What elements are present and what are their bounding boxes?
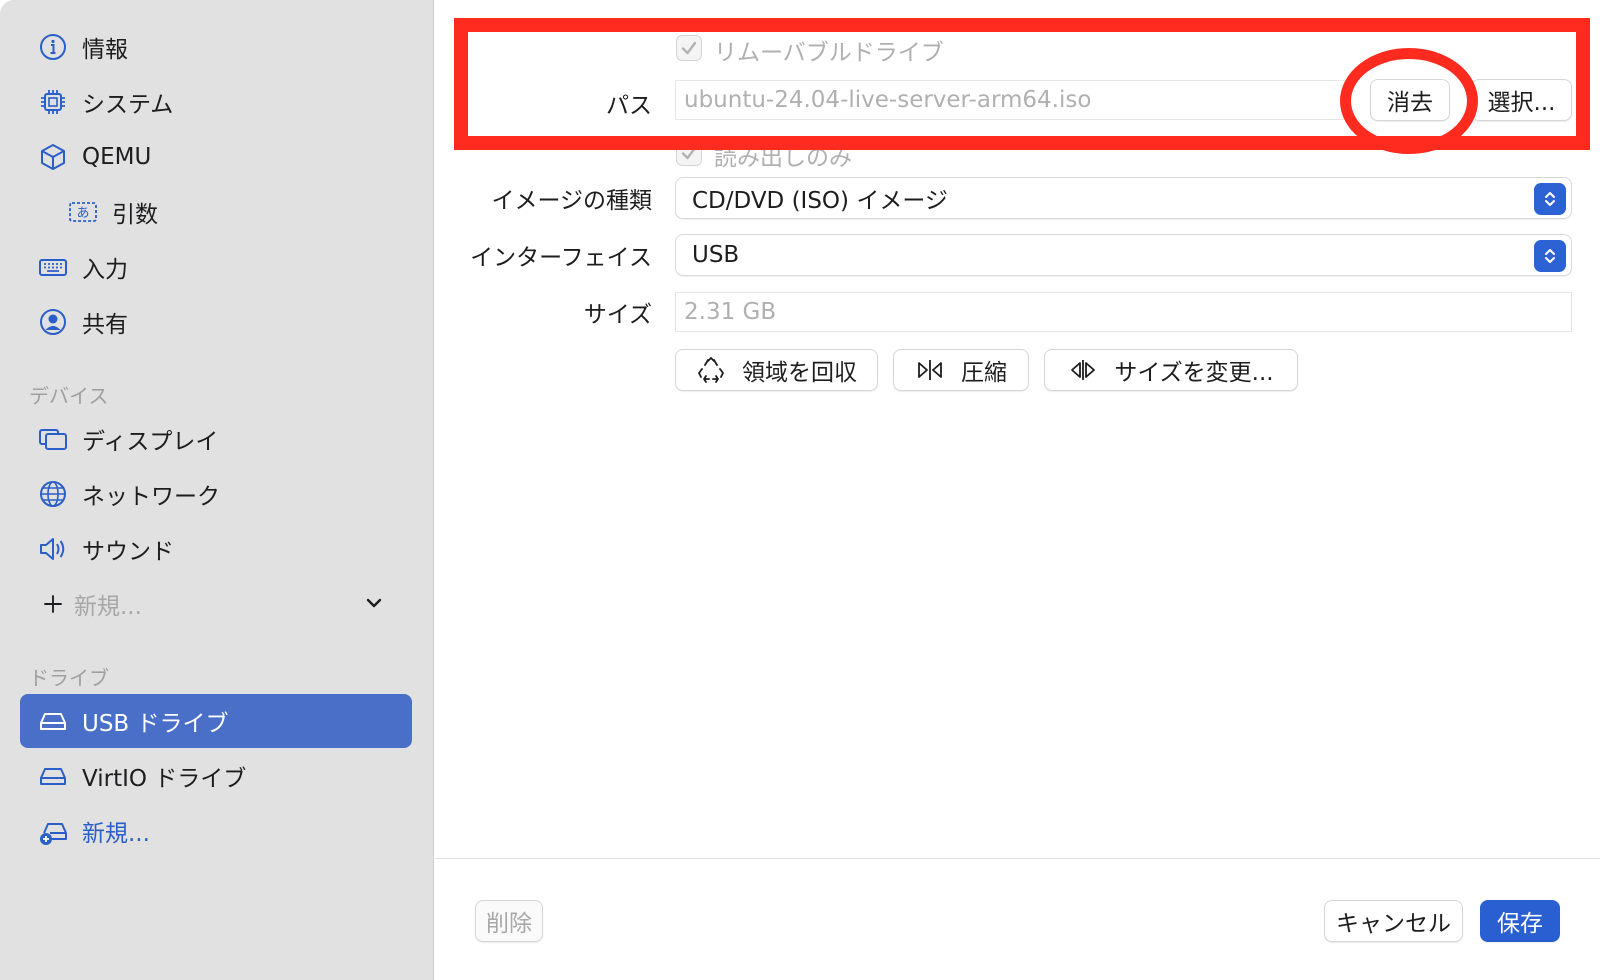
image-type-popup[interactable]: CD/DVD (ISO) イメージ (675, 177, 1572, 219)
compress-button[interactable]: 圧縮 (893, 349, 1029, 391)
recycle-icon (698, 357, 724, 383)
sidebar-item-label: ネットワーク (82, 484, 220, 510)
up-down-chevron-icon (1534, 183, 1566, 215)
sidebar-item-system[interactable]: システム (20, 75, 412, 129)
cube-icon (36, 140, 70, 174)
resize-button[interactable]: サイズを変更... (1044, 349, 1298, 391)
image-type-label: イメージの種類 (491, 188, 652, 214)
up-down-chevron-icon (1534, 240, 1566, 272)
size-field: 2.31 GB (675, 292, 1572, 332)
sidebar-item-label: 情報 (82, 37, 128, 63)
compress-arrows-icon (918, 360, 942, 380)
footer-divider (435, 858, 1600, 859)
add-drive-icon (36, 814, 70, 848)
sidebar-item-label: 入力 (82, 257, 128, 283)
sidebar-item-label: QEMU (82, 144, 152, 170)
sidebar: 情報 システム QEMU あ 引数 入力 共有 デバイス ディスプレイ ネットワ… (0, 0, 434, 980)
interface-value: USB (692, 242, 740, 268)
globe-icon (36, 477, 70, 511)
new-drive-label: 新規... (82, 821, 150, 847)
devices-section-header: デバイス (29, 384, 109, 408)
sidebar-item-label: サウンド (82, 539, 174, 565)
sidebar-item-sharing[interactable]: 共有 (20, 295, 412, 349)
sidebar-item-info[interactable]: 情報 (20, 20, 412, 74)
resize-label: サイズを変更... (1114, 360, 1274, 386)
sidebar-item-display[interactable]: ディスプレイ (20, 412, 412, 466)
sidebar-item-input[interactable]: 入力 (20, 240, 412, 294)
keyboard-icon (36, 250, 70, 284)
cancel-button[interactable]: キャンセル (1324, 900, 1463, 942)
compress-label: 圧縮 (961, 360, 1007, 386)
image-type-value: CD/DVD (ISO) イメージ (692, 188, 948, 214)
new-drive-button[interactable]: 新規... (20, 804, 412, 858)
plus-icon (36, 587, 70, 621)
interface-label: インターフェイス (470, 245, 652, 271)
new-device-label: 新規... (74, 594, 142, 620)
drive-icon (36, 759, 70, 793)
chevron-down-icon (366, 598, 382, 608)
sidebar-item-label: ディスプレイ (82, 429, 219, 455)
drives-section-header: ドライブ (29, 666, 109, 690)
person-circle-icon (36, 305, 70, 339)
sidebar-item-sound[interactable]: サウンド (20, 522, 412, 576)
svg-text:あ: あ (76, 206, 89, 221)
sidebar-item-network[interactable]: ネットワーク (20, 467, 412, 521)
sidebar-item-usb-drive[interactable]: USB ドライブ (20, 694, 412, 748)
reclaim-space-label: 領域を回収 (742, 360, 857, 386)
sidebar-item-label: システム (82, 92, 174, 118)
display-icon (36, 422, 70, 456)
interface-popup[interactable]: USB (675, 234, 1572, 276)
cpu-icon (36, 85, 70, 119)
info-icon (36, 30, 70, 64)
text-input-icon: あ (66, 195, 100, 229)
size-label: サイズ (583, 302, 652, 328)
save-button[interactable]: 保存 (1480, 900, 1560, 942)
sidebar-item-label: 引数 (112, 202, 158, 228)
annotation-highlight-circle (1340, 48, 1478, 154)
delete-button[interactable]: 削除 (475, 900, 543, 942)
sidebar-item-label: VirtIO ドライブ (82, 766, 247, 792)
sidebar-item-virtio-drive[interactable]: VirtIO ドライブ (20, 749, 412, 803)
drive-icon (36, 704, 70, 738)
speaker-icon (36, 532, 70, 566)
sidebar-item-arguments[interactable]: あ 引数 (20, 185, 412, 239)
sidebar-item-qemu[interactable]: QEMU (20, 130, 412, 184)
expand-arrows-icon (1071, 360, 1096, 380)
reclaim-space-button[interactable]: 領域を回収 (675, 349, 878, 391)
sidebar-item-label: 共有 (82, 312, 128, 338)
new-device-dropdown[interactable]: 新規... (20, 577, 412, 631)
sidebar-item-label: USB ドライブ (82, 711, 229, 737)
